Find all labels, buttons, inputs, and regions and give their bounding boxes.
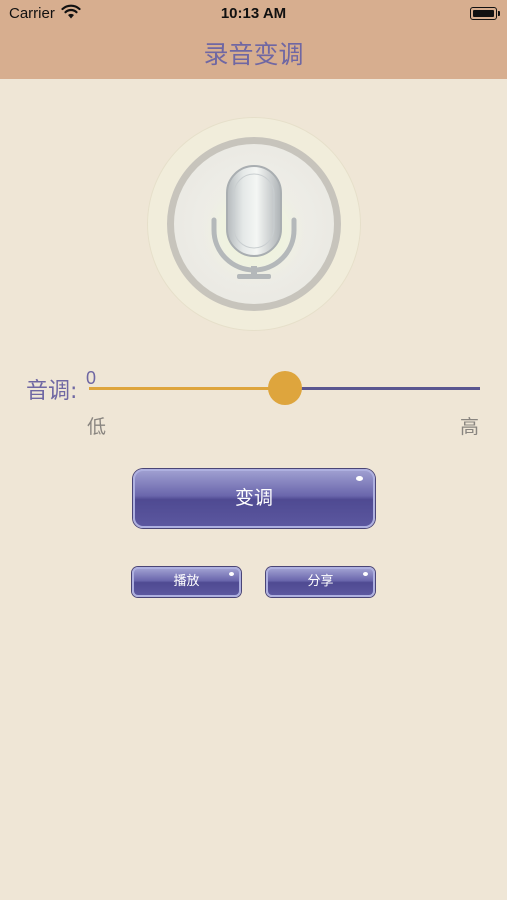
pitch-label: 音调: bbox=[26, 379, 78, 404]
microphone-icon[interactable] bbox=[188, 158, 320, 290]
page-title: 录音变调 bbox=[203, 40, 304, 69]
play-button[interactable]: 播放 bbox=[132, 567, 241, 597]
pitch-max-label: 高 bbox=[460, 416, 480, 438]
nav-bar: 录音变调 bbox=[0, 28, 507, 79]
share-button[interactable]: 分享 bbox=[266, 567, 375, 597]
battery-icon bbox=[470, 7, 500, 20]
pitch-value: 0 bbox=[86, 368, 97, 388]
pitch-min-label: 低 bbox=[87, 416, 107, 438]
pitch-slider-track-max[interactable] bbox=[284, 387, 480, 390]
pitch-slider-track-min[interactable] bbox=[89, 387, 285, 390]
clock: 10:13 AM bbox=[220, 5, 287, 22]
transform-button[interactable]: 变调 bbox=[133, 469, 375, 528]
pitch-slider-thumb[interactable] bbox=[267, 371, 302, 405]
status-bar: Carrier 10:13 AM bbox=[0, 0, 507, 28]
